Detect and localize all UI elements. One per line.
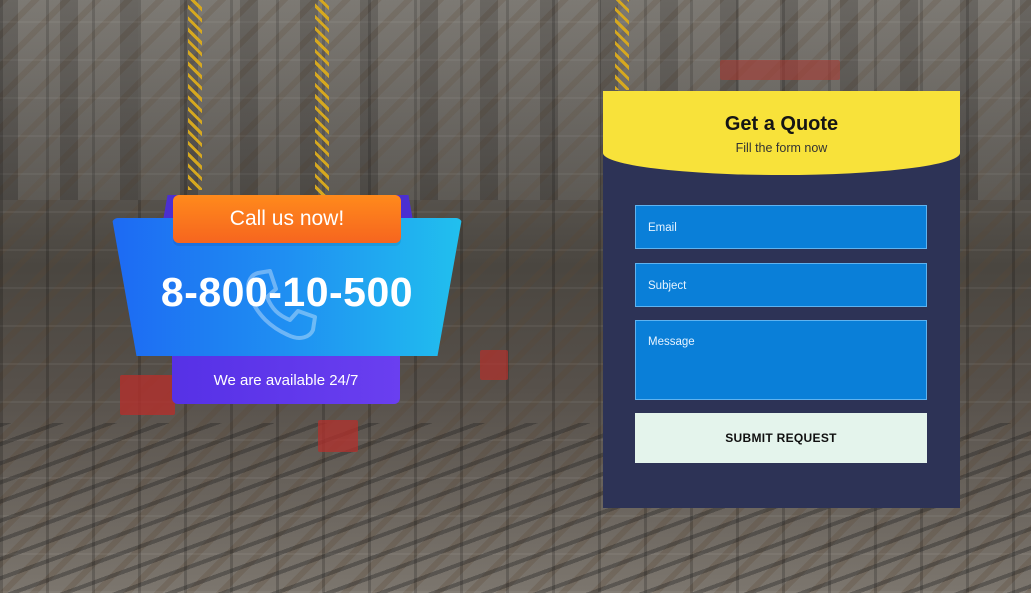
message-field[interactable]: Message [635, 320, 927, 400]
background-crane [315, 0, 329, 200]
background-debris [480, 350, 508, 380]
subject-field[interactable]: Subject [635, 263, 927, 307]
quote-title: Get a Quote [724, 113, 839, 135]
email-field[interactable]: Email [635, 205, 927, 249]
quote-header: Get a Quote Fill the form now [603, 91, 960, 175]
call-card: Call us now! 8-800-10-500 We are availab… [112, 195, 462, 407]
availability-note: We are available 24/7 [172, 356, 400, 404]
quote-subtitle: Fill the form now [735, 141, 828, 155]
background-crane [615, 0, 629, 90]
background-crane [188, 0, 202, 190]
quote-form-panel: Get a Quote Fill the form now Email Subj… [603, 91, 960, 508]
submit-request-button[interactable]: SUBMIT REQUEST [635, 413, 927, 463]
background-debris [720, 60, 840, 80]
call-headline: Call us now! [173, 195, 401, 243]
background-debris [318, 420, 358, 452]
phone-number[interactable]: 8-800-10-500 [112, 269, 462, 316]
